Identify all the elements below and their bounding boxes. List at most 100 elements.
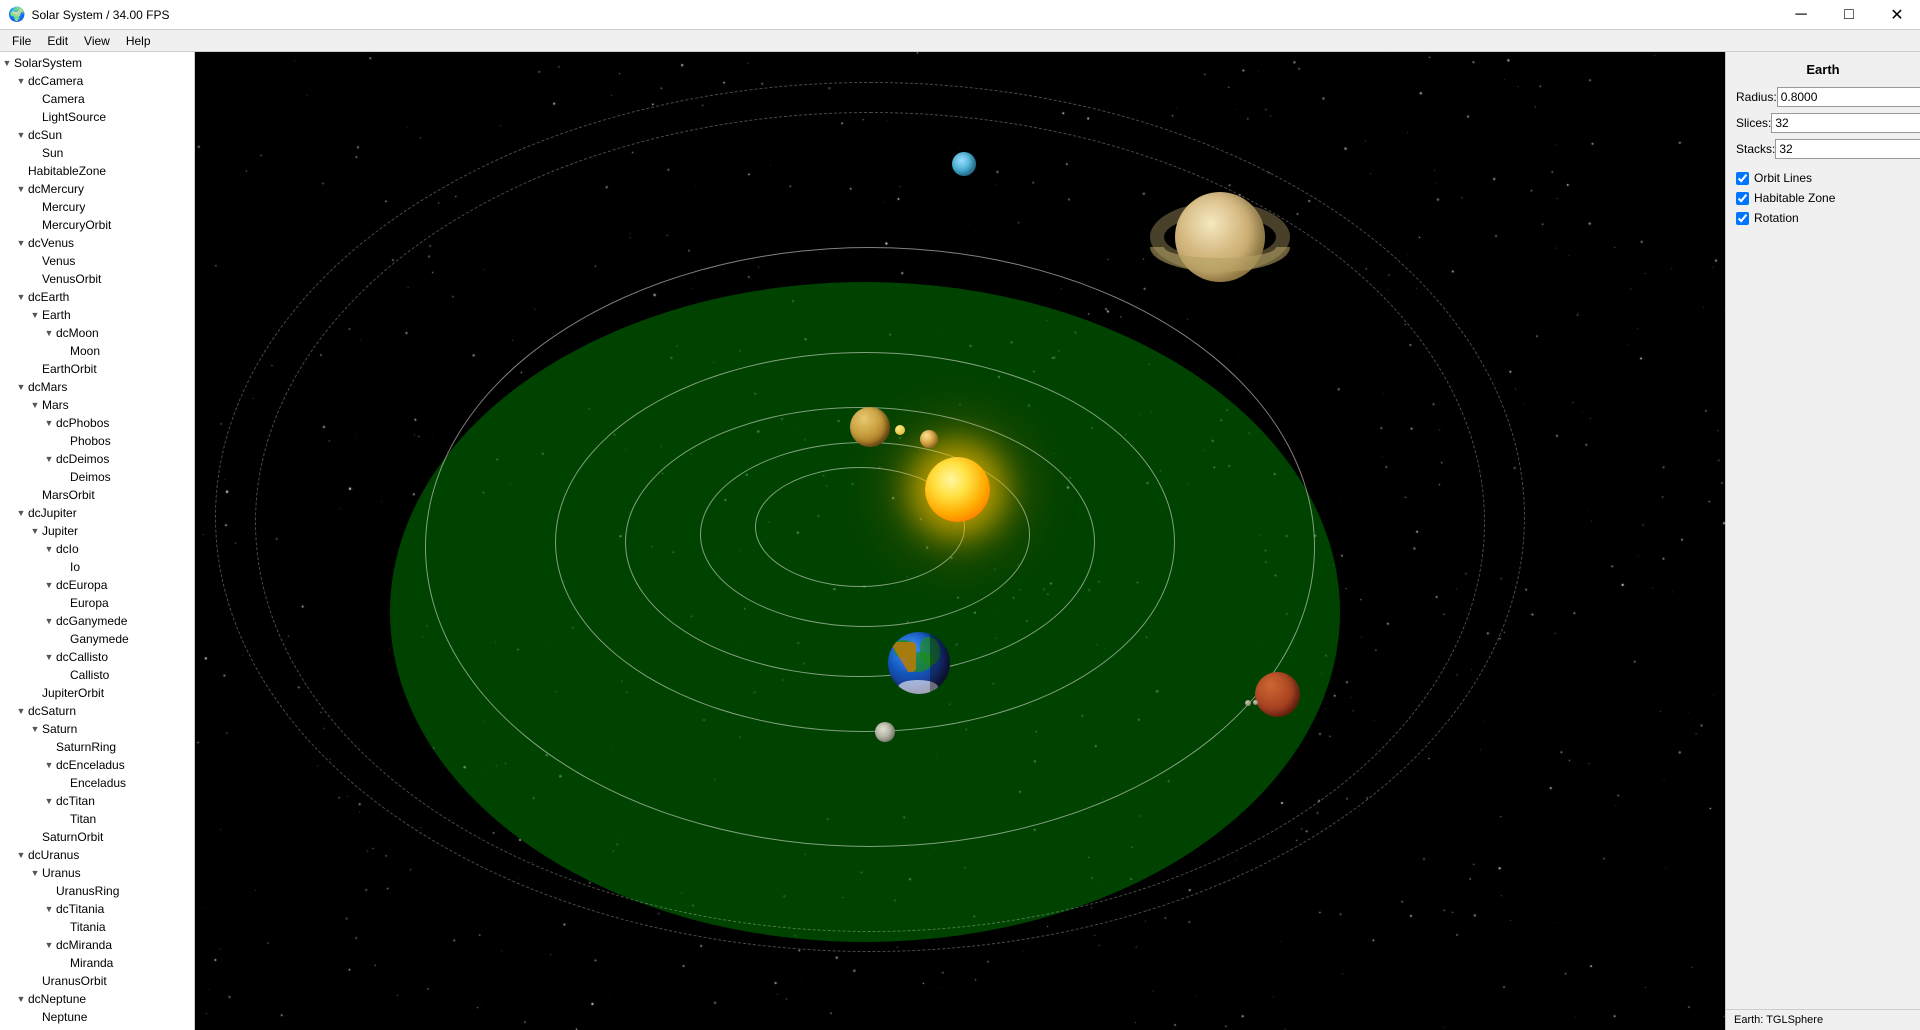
tree-item-dcio[interactable]: ▼dcIo — [0, 540, 194, 558]
tree-arrow-dcmercury: ▼ — [14, 184, 28, 194]
tree-item-dcganymede[interactable]: ▼dcGanymede — [0, 612, 194, 630]
tree-label-callisto: Callisto — [70, 668, 190, 682]
tree-item-titan[interactable]: Titan — [0, 810, 194, 828]
tree-label-uranus: Uranus — [42, 866, 190, 880]
status-text: Earth: TGLSphere — [1734, 1014, 1823, 1026]
tree-arrow-dccamera: ▼ — [14, 76, 28, 86]
slices-input[interactable] — [1771, 113, 1920, 133]
tree-label-mars: Mars — [42, 398, 190, 412]
habitable-zone-checkbox[interactable] — [1736, 192, 1749, 205]
tree-item-dctitan[interactable]: ▼dcTitan — [0, 792, 194, 810]
tree-item-dctitania[interactable]: ▼dcTitania — [0, 900, 194, 918]
tree-label-dcio: dcIo — [56, 542, 190, 556]
tree-arrow-earth: ▼ — [28, 310, 42, 320]
tree-item-dcearth[interactable]: ▼dcEarth — [0, 288, 194, 306]
tree-item-jupiter[interactable]: ▼Jupiter — [0, 522, 194, 540]
close-button[interactable]: ✕ — [1874, 0, 1920, 30]
stacks-input[interactable] — [1775, 139, 1920, 159]
tree-item-miranda[interactable]: Miranda — [0, 954, 194, 972]
tree-item-mercury[interactable]: Mercury — [0, 198, 194, 216]
tree-item-dcmercury[interactable]: ▼dcMercury — [0, 180, 194, 198]
menu-file[interactable]: File — [4, 32, 39, 50]
habitable-zone-label: Habitable Zone — [1754, 191, 1835, 205]
tree-arrow-dcio: ▼ — [42, 544, 56, 554]
viewport[interactable] — [195, 52, 1725, 1030]
tree-item-saturnring[interactable]: SaturnRing — [0, 738, 194, 756]
tree-label-miranda: Miranda — [70, 956, 190, 970]
tree-item-dccamera[interactable]: ▼dcCamera — [0, 72, 194, 90]
tree-item-dcmars[interactable]: ▼dcMars — [0, 378, 194, 396]
tree-item-uranusorbit[interactable]: UranusOrbit — [0, 972, 194, 990]
tree-item-dccallisto[interactable]: ▼dcCallisto — [0, 648, 194, 666]
tree-item-ganymede[interactable]: Ganymede — [0, 630, 194, 648]
saturn-wrapper — [1130, 167, 1310, 307]
tree-item-enceladus[interactable]: Enceladus — [0, 774, 194, 792]
tree-item-io[interactable]: Io — [0, 558, 194, 576]
tree-item-venusorbit[interactable]: VenusOrbit — [0, 270, 194, 288]
minimize-button[interactable]: ─ — [1778, 0, 1824, 30]
tree-label-habitablezone: HabitableZone — [28, 164, 190, 178]
tree-item-saturn[interactable]: ▼Saturn — [0, 720, 194, 738]
tree-label-dcmars: dcMars — [28, 380, 190, 394]
tree-item-dcmoon[interactable]: ▼dcMoon — [0, 324, 194, 342]
tree-item-europa[interactable]: Europa — [0, 594, 194, 612]
tree-item-dcsun[interactable]: ▼dcSun — [0, 126, 194, 144]
solar-system-scene — [195, 52, 1725, 1030]
tree-item-dcsaturn[interactable]: ▼dcSaturn — [0, 702, 194, 720]
tree-item-jupiterorbit[interactable]: JupiterOrbit — [0, 684, 194, 702]
mars — [1255, 672, 1300, 717]
left-panel[interactable]: ▼SolarSystem▼dcCameraCameraLightSource▼d… — [0, 52, 195, 1030]
tree-item-callisto[interactable]: Callisto — [0, 666, 194, 684]
tree-item-uranusring[interactable]: UranusRing — [0, 882, 194, 900]
tree-item-saturnorbit[interactable]: SaturnOrbit — [0, 828, 194, 846]
tree-arrow-dceuropa: ▼ — [42, 580, 56, 590]
sun — [925, 457, 990, 522]
tree-item-habitablezone[interactable]: HabitableZone — [0, 162, 194, 180]
tree-item-dcphobos[interactable]: ▼dcPhobos — [0, 414, 194, 432]
tree-label-dceuropa: dcEuropa — [56, 578, 190, 592]
tree-item-camera[interactable]: Camera — [0, 90, 194, 108]
tree-label-dcphobos: dcPhobos — [56, 416, 190, 430]
tree-label-jupiter: Jupiter — [42, 524, 190, 538]
maximize-button[interactable]: □ — [1826, 0, 1872, 30]
tree-arrow-dcganymede: ▼ — [42, 616, 56, 626]
tree-item-deimos[interactable]: Deimos — [0, 468, 194, 486]
tree-item-uranus[interactable]: ▼Uranus — [0, 864, 194, 882]
tree-item-dcmiranda[interactable]: ▼dcMiranda — [0, 936, 194, 954]
tree-item-moon[interactable]: Moon — [0, 342, 194, 360]
tree-label-dcjupiter: dcJupiter — [28, 506, 190, 520]
tree-item-solarsystem[interactable]: ▼SolarSystem — [0, 54, 194, 72]
slices-row: Slices: — [1736, 113, 1910, 133]
menu-view[interactable]: View — [76, 32, 118, 50]
tree-item-titania[interactable]: Titania — [0, 918, 194, 936]
tree-item-neptune[interactable]: Neptune — [0, 1008, 194, 1026]
tree-arrow-dctitan: ▼ — [42, 796, 56, 806]
rotation-checkbox[interactable] — [1736, 212, 1749, 225]
tree-item-venus[interactable]: Venus — [0, 252, 194, 270]
tree-arrow-uranus: ▼ — [28, 868, 42, 878]
tree-item-dceuropa[interactable]: ▼dcEuropa — [0, 576, 194, 594]
tree-item-earth[interactable]: ▼Earth — [0, 306, 194, 324]
tree-item-sun[interactable]: Sun — [0, 144, 194, 162]
tree-item-phobos[interactable]: Phobos — [0, 432, 194, 450]
tree-item-dcdeimos[interactable]: ▼dcDeimos — [0, 450, 194, 468]
orbit-lines-checkbox[interactable] — [1736, 172, 1749, 185]
radius-input[interactable] — [1777, 87, 1920, 107]
tree-item-dcenceladus[interactable]: ▼dcEnceladus — [0, 756, 194, 774]
tree-item-earthorbit[interactable]: EarthOrbit — [0, 360, 194, 378]
tree-label-ganymede: Ganymede — [70, 632, 190, 646]
tree-item-dcvenus[interactable]: ▼dcVenus — [0, 234, 194, 252]
tree-item-lightsource[interactable]: LightSource — [0, 108, 194, 126]
radius-label: Radius: — [1736, 90, 1777, 104]
menu-edit[interactable]: Edit — [39, 32, 76, 50]
tree-item-dcjupiter[interactable]: ▼dcJupiter — [0, 504, 194, 522]
tree-item-mercuryorbit[interactable]: MercuryOrbit — [0, 216, 194, 234]
tree-item-dcneptune[interactable]: ▼dcNeptune — [0, 990, 194, 1008]
tree-item-dcuranus[interactable]: ▼dcUranus — [0, 846, 194, 864]
window-controls: ─ □ ✕ — [1778, 0, 1920, 30]
tree-label-dcsaturn: dcSaturn — [28, 704, 190, 718]
tree-item-mars[interactable]: ▼Mars — [0, 396, 194, 414]
tree-label-dcdeimos: dcDeimos — [56, 452, 190, 466]
tree-item-marsorbit[interactable]: MarsOrbit — [0, 486, 194, 504]
menu-help[interactable]: Help — [118, 32, 159, 50]
